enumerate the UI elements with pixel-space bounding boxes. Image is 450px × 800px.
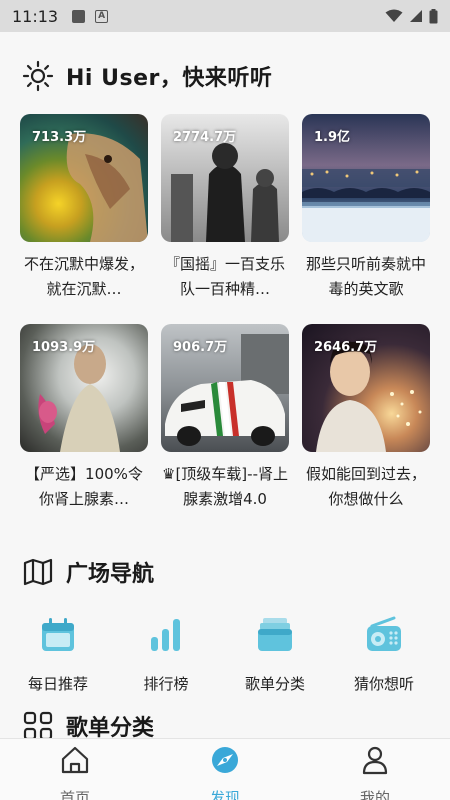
stack-icon: [258, 618, 292, 651]
calendar-icon: [42, 618, 74, 651]
category-header: 歌单分类: [22, 710, 154, 738]
map-icon: [23, 558, 53, 586]
play-count: 713.3万: [32, 130, 87, 145]
user-icon: [362, 746, 388, 775]
playlist-cover: 1093.9万: [20, 324, 148, 452]
nav-charts[interactable]: 排行榜: [116, 615, 216, 694]
playlist-name: 【严选】100%令你肾上腺素…: [25, 465, 143, 508]
playlist-card[interactable]: 1093.9万 【严选】100%令你肾上腺素…: [20, 324, 148, 512]
sun-icon: [22, 60, 54, 92]
nav-label: 歌单分类: [244, 675, 305, 693]
signal-icon: [410, 10, 422, 22]
play-count: 2774.7万: [173, 130, 237, 145]
greeting-header: Hi User，快来听听: [22, 60, 272, 92]
play-count: 2646.7万: [314, 340, 378, 355]
playlist-card[interactable]: 713.3万 不在沉默中爆发，就在沉默…: [20, 114, 148, 302]
wifi-icon: [385, 9, 403, 22]
playlist-name: 『国摇』一百支乐队一百种精…: [164, 255, 285, 298]
square-nav-header: 广场导航: [22, 556, 154, 588]
playlist-card[interactable]: 2646.7万 假如能回到过去，你想做什么: [302, 324, 430, 512]
playlist-name: 那些只听前奏就中毒的英文歌: [305, 255, 426, 298]
play-count: 1093.9万: [32, 340, 96, 355]
home-icon: [61, 746, 89, 774]
playlist-card[interactable]: 1.9亿 那些只听前奏就中毒的英文歌: [302, 114, 430, 302]
playlist-cover: 2646.7万: [302, 324, 430, 452]
tab-label: 发现: [209, 789, 240, 800]
status-time: 11:13: [12, 6, 59, 26]
nav-playlist-category[interactable]: 歌单分类: [225, 615, 325, 694]
tab-mine[interactable]: 我的: [325, 745, 425, 800]
nav-guess-you-like[interactable]: 猜你想听: [334, 615, 434, 694]
playlist-name: 假如能回到过去，你想做什么: [305, 465, 426, 508]
playlist-cover: 2774.7万: [161, 114, 289, 242]
nav-label: 排行榜: [143, 675, 189, 693]
nav-label: 猜你想听: [353, 675, 414, 693]
discover-content[interactable]: Hi User，快来听听 713.3万 不在沉默中爆发，就在沉默… 2774.7…: [0, 32, 450, 738]
playlist-cover: 906.7万: [161, 324, 289, 452]
tab-home[interactable]: 首页: [25, 745, 125, 800]
battery-icon: [429, 8, 438, 23]
playlist-card[interactable]: 2774.7万 『国摇』一百支乐队一百种精…: [161, 114, 289, 302]
tab-discover[interactable]: 发现: [175, 745, 275, 800]
section-title: 广场导航: [66, 562, 155, 587]
grid-icon: [23, 711, 53, 738]
playlist-cover: 1.9亿: [302, 114, 430, 242]
status-indicators: [385, 8, 438, 24]
radio-icon: [367, 616, 401, 651]
playlist-cover: 713.3万: [20, 114, 148, 242]
play-count: 1.9亿: [314, 130, 351, 145]
tab-label: 首页: [59, 789, 90, 800]
greeting-title: Hi User，快来听听: [66, 66, 273, 91]
status-bar: 11:13 A: [0, 0, 450, 32]
section-title: 歌单分类: [66, 716, 155, 738]
discover-icon: [212, 747, 238, 773]
playlist-card[interactable]: 906.7万 ♛[顶级车载]--肾上腺素激增4.0: [161, 324, 289, 512]
play-count: 906.7万: [173, 340, 228, 355]
playlist-name: 不在沉默中爆发，就在沉默…: [23, 255, 144, 298]
nav-daily-recommend[interactable]: 每日推荐: [8, 615, 108, 694]
app-notification-icon: A: [95, 9, 109, 23]
playlist-name: ♛[顶级车载]--肾上腺素激增4.0: [162, 465, 288, 508]
nav-label: 每日推荐: [27, 675, 88, 693]
tab-label: 我的: [359, 789, 390, 800]
notification-icon: [72, 9, 86, 23]
bottom-navigation: 首页 发现 我的: [0, 738, 450, 800]
bar-chart-icon: [151, 619, 180, 651]
